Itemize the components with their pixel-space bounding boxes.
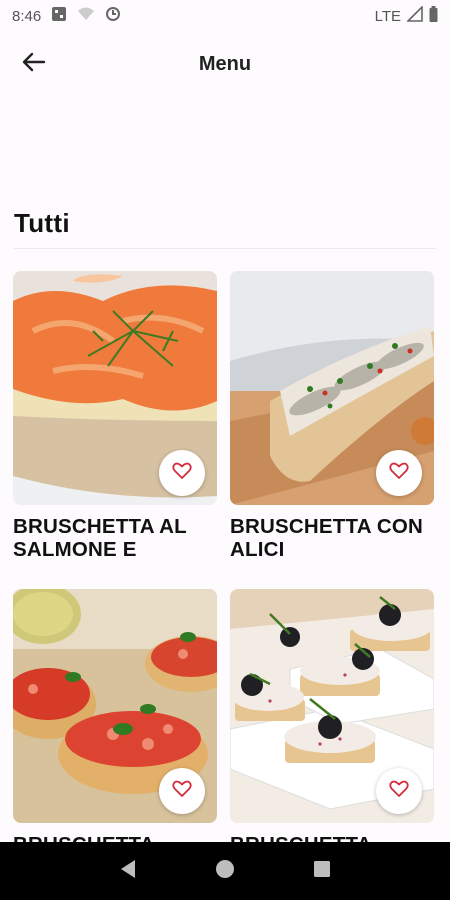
recipe-title: BRUSCHETTA CON ALICI bbox=[230, 515, 423, 561]
recipe-title: BRUSCHETTA AL SALMONE E bbox=[13, 515, 187, 561]
data-saver-icon bbox=[105, 6, 121, 26]
nav-back-button[interactable] bbox=[108, 851, 148, 891]
section-divider bbox=[14, 248, 436, 249]
network-type: LTE bbox=[374, 7, 401, 25]
notification-icon bbox=[51, 6, 67, 26]
heart-outline-icon bbox=[389, 780, 409, 803]
nav-home-button[interactable] bbox=[205, 851, 245, 891]
app-bar: Menu bbox=[0, 40, 450, 88]
battery-icon bbox=[429, 6, 438, 26]
recents-square-icon bbox=[313, 860, 331, 883]
heart-outline-icon bbox=[172, 462, 192, 485]
favorite-button[interactable] bbox=[376, 768, 422, 814]
status-bar: 8:46 LTE bbox=[0, 0, 450, 32]
nav-recents-button[interactable] bbox=[302, 851, 342, 891]
favorite-button[interactable] bbox=[159, 768, 205, 814]
signal-icon bbox=[406, 5, 423, 26]
back-triangle-icon bbox=[119, 859, 137, 884]
favorite-button[interactable] bbox=[376, 450, 422, 496]
section-title: Tutti bbox=[14, 208, 70, 238]
heart-outline-icon bbox=[172, 780, 192, 803]
status-time: 8:46 bbox=[12, 7, 42, 25]
recipe-card[interactable]: BRUSCHETTA AL SALMONE E bbox=[13, 271, 217, 589]
system-nav-bar bbox=[0, 842, 450, 900]
recipe-card[interactable]: BRUSCHETTA CON ALICI bbox=[230, 271, 434, 589]
favorite-button[interactable] bbox=[159, 450, 205, 496]
back-button[interactable] bbox=[14, 46, 54, 82]
arrow-left-icon bbox=[22, 52, 46, 77]
page-title: Menu bbox=[198, 52, 252, 75]
home-circle-icon bbox=[215, 859, 235, 884]
heart-outline-icon bbox=[389, 462, 409, 485]
recipe-grid: BRUSCHETTA AL SALMONE E BRUSCHETTA CON A… bbox=[13, 271, 437, 900]
wifi-icon bbox=[77, 7, 95, 25]
